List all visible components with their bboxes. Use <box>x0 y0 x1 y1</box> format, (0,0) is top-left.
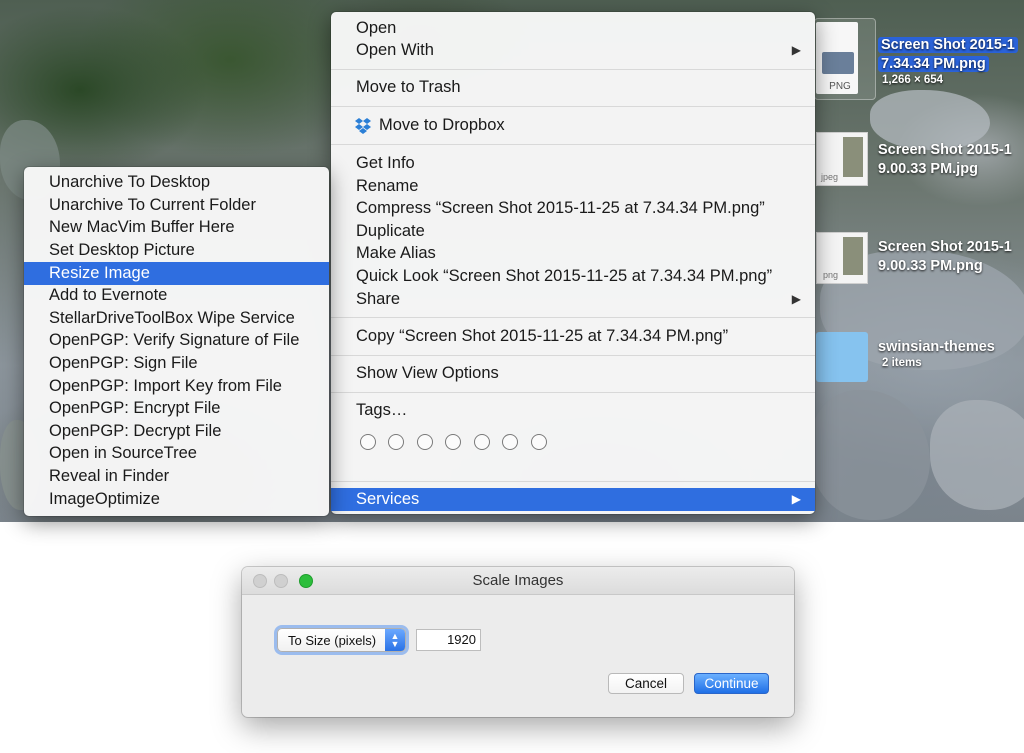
icon-name-line1: Screen Shot 2015-1 <box>878 37 1018 53</box>
menu-item-open[interactable]: Open <box>331 17 815 40</box>
icon-name-line2: 9.00.33 PM.jpg <box>878 161 978 177</box>
menu-item-move-to-trash[interactable]: Move to Trash <box>331 76 815 99</box>
folder-icon <box>816 332 868 382</box>
menu-item-share[interactable]: Share ▶ <box>331 288 815 311</box>
menu-item-copy[interactable]: Copy “Screen Shot 2015-11-25 at 7.34.34 … <box>331 325 815 348</box>
menu-item-get-info[interactable]: Get Info <box>331 152 815 175</box>
service-item-open-in-sourcetree[interactable]: Open in SourceTree <box>24 442 329 465</box>
tag-circle-icon[interactable] <box>360 434 376 450</box>
tag-circle-icon[interactable] <box>388 434 404 450</box>
rock <box>810 390 930 520</box>
submenu-arrow-icon: ▶ <box>791 492 801 506</box>
desktop-icon-label: Screen Shot 2015-1 7.34.34 PM.png <box>878 36 1018 74</box>
menu-item-services[interactable]: Services ▶ <box>331 488 815 511</box>
size-input[interactable]: 1920 <box>416 629 481 651</box>
tag-circle-icon[interactable] <box>474 434 490 450</box>
menu-item-rename[interactable]: Rename <box>331 175 815 198</box>
menu-separator <box>331 392 815 393</box>
desktop-icon-label: Screen Shot 2015-1 9.00.33 PM.png <box>878 238 1012 276</box>
dialog-title: Scale Images <box>472 572 564 589</box>
tag-circle-icon[interactable] <box>417 434 433 450</box>
continue-button[interactable]: Continue <box>694 673 769 694</box>
submenu-arrow-icon: ▶ <box>791 43 801 57</box>
menu-item-compress[interactable]: Compress “Screen Shot 2015-11-25 at 7.34… <box>331 197 815 220</box>
tag-circle-icon[interactable] <box>445 434 461 450</box>
service-item-openpgp-decrypt[interactable]: OpenPGP: Decrypt File <box>24 420 329 443</box>
icon-name-line1: Screen Shot 2015-1 <box>878 239 1012 255</box>
jpeg-file-icon: jpeg <box>816 132 868 186</box>
tag-circle-icon[interactable] <box>531 434 547 450</box>
service-item-openpgp-sign[interactable]: OpenPGP: Sign File <box>24 352 329 375</box>
menu-separator <box>331 144 815 145</box>
cancel-button[interactable]: Cancel <box>608 673 684 694</box>
service-item-add-to-evernote[interactable]: Add to Evernote <box>24 284 329 307</box>
icon-name-line2: 9.00.33 PM.png <box>878 258 983 274</box>
desktop-icon-label: Screen Shot 2015-1 9.00.33 PM.jpg <box>878 141 1012 179</box>
menu-item-duplicate[interactable]: Duplicate <box>331 220 815 243</box>
menu-item-move-to-dropbox[interactable]: Move to Dropbox <box>331 114 815 137</box>
service-item-reveal-in-finder[interactable]: Reveal in Finder <box>24 465 329 488</box>
tag-circle-icon[interactable] <box>502 434 518 450</box>
dropbox-icon <box>355 118 371 134</box>
service-item-unarchive-current-folder[interactable]: Unarchive To Current Folder <box>24 194 329 217</box>
menu-item-open-with[interactable]: Open With ▶ <box>331 39 815 62</box>
scale-mode-value: To Size (pixels) <box>288 633 377 648</box>
service-item-openpgp-verify[interactable]: OpenPGP: Verify Signature of File <box>24 329 329 352</box>
service-item-imageoptimize[interactable]: ImageOptimize <box>24 488 329 511</box>
png-file-icon: png <box>816 232 868 284</box>
dialog-titlebar: Scale Images <box>242 567 794 595</box>
menu-separator <box>331 317 815 318</box>
chevron-updown-icon: ▲ ▼ <box>385 629 405 651</box>
menu-item-tags[interactable]: Tags… <box>331 399 815 422</box>
menu-separator <box>331 69 815 70</box>
rock <box>930 400 1024 510</box>
submenu-arrow-icon: ▶ <box>791 292 801 306</box>
icon-subtitle: 1,266 × 654 <box>882 74 944 86</box>
service-item-unarchive-desktop[interactable]: Unarchive To Desktop <box>24 171 329 194</box>
icon-name-line2: 7.34.34 PM.png <box>878 56 989 72</box>
icon-name: swinsian-themes <box>878 339 995 355</box>
menu-item-make-alias[interactable]: Make Alias <box>331 242 815 265</box>
menu-item-quick-look[interactable]: Quick Look “Screen Shot 2015-11-25 at 7.… <box>331 265 815 288</box>
service-item-macvim-buffer[interactable]: New MacVim Buffer Here <box>24 216 329 239</box>
menu-separator <box>331 481 815 482</box>
icon-name-line1: Screen Shot 2015-1 <box>878 142 1012 158</box>
service-item-set-desktop-picture[interactable]: Set Desktop Picture <box>24 239 329 262</box>
service-item-stellardrive-wipe[interactable]: StellarDriveToolBox Wipe Service <box>24 307 329 330</box>
service-item-openpgp-encrypt[interactable]: OpenPGP: Encrypt File <box>24 397 329 420</box>
icon-subtitle: 2 items <box>882 357 922 369</box>
service-item-openpgp-import-key[interactable]: OpenPGP: Import Key from File <box>24 375 329 398</box>
service-item-resize-image[interactable]: Resize Image <box>24 262 329 285</box>
scale-mode-select[interactable]: To Size (pixels) ▲ ▼ <box>277 628 406 652</box>
menu-item-show-view-options[interactable]: Show View Options <box>331 362 815 385</box>
png-file-icon: PNG <box>816 22 858 94</box>
menu-separator <box>331 355 815 356</box>
menu-separator <box>331 106 815 107</box>
